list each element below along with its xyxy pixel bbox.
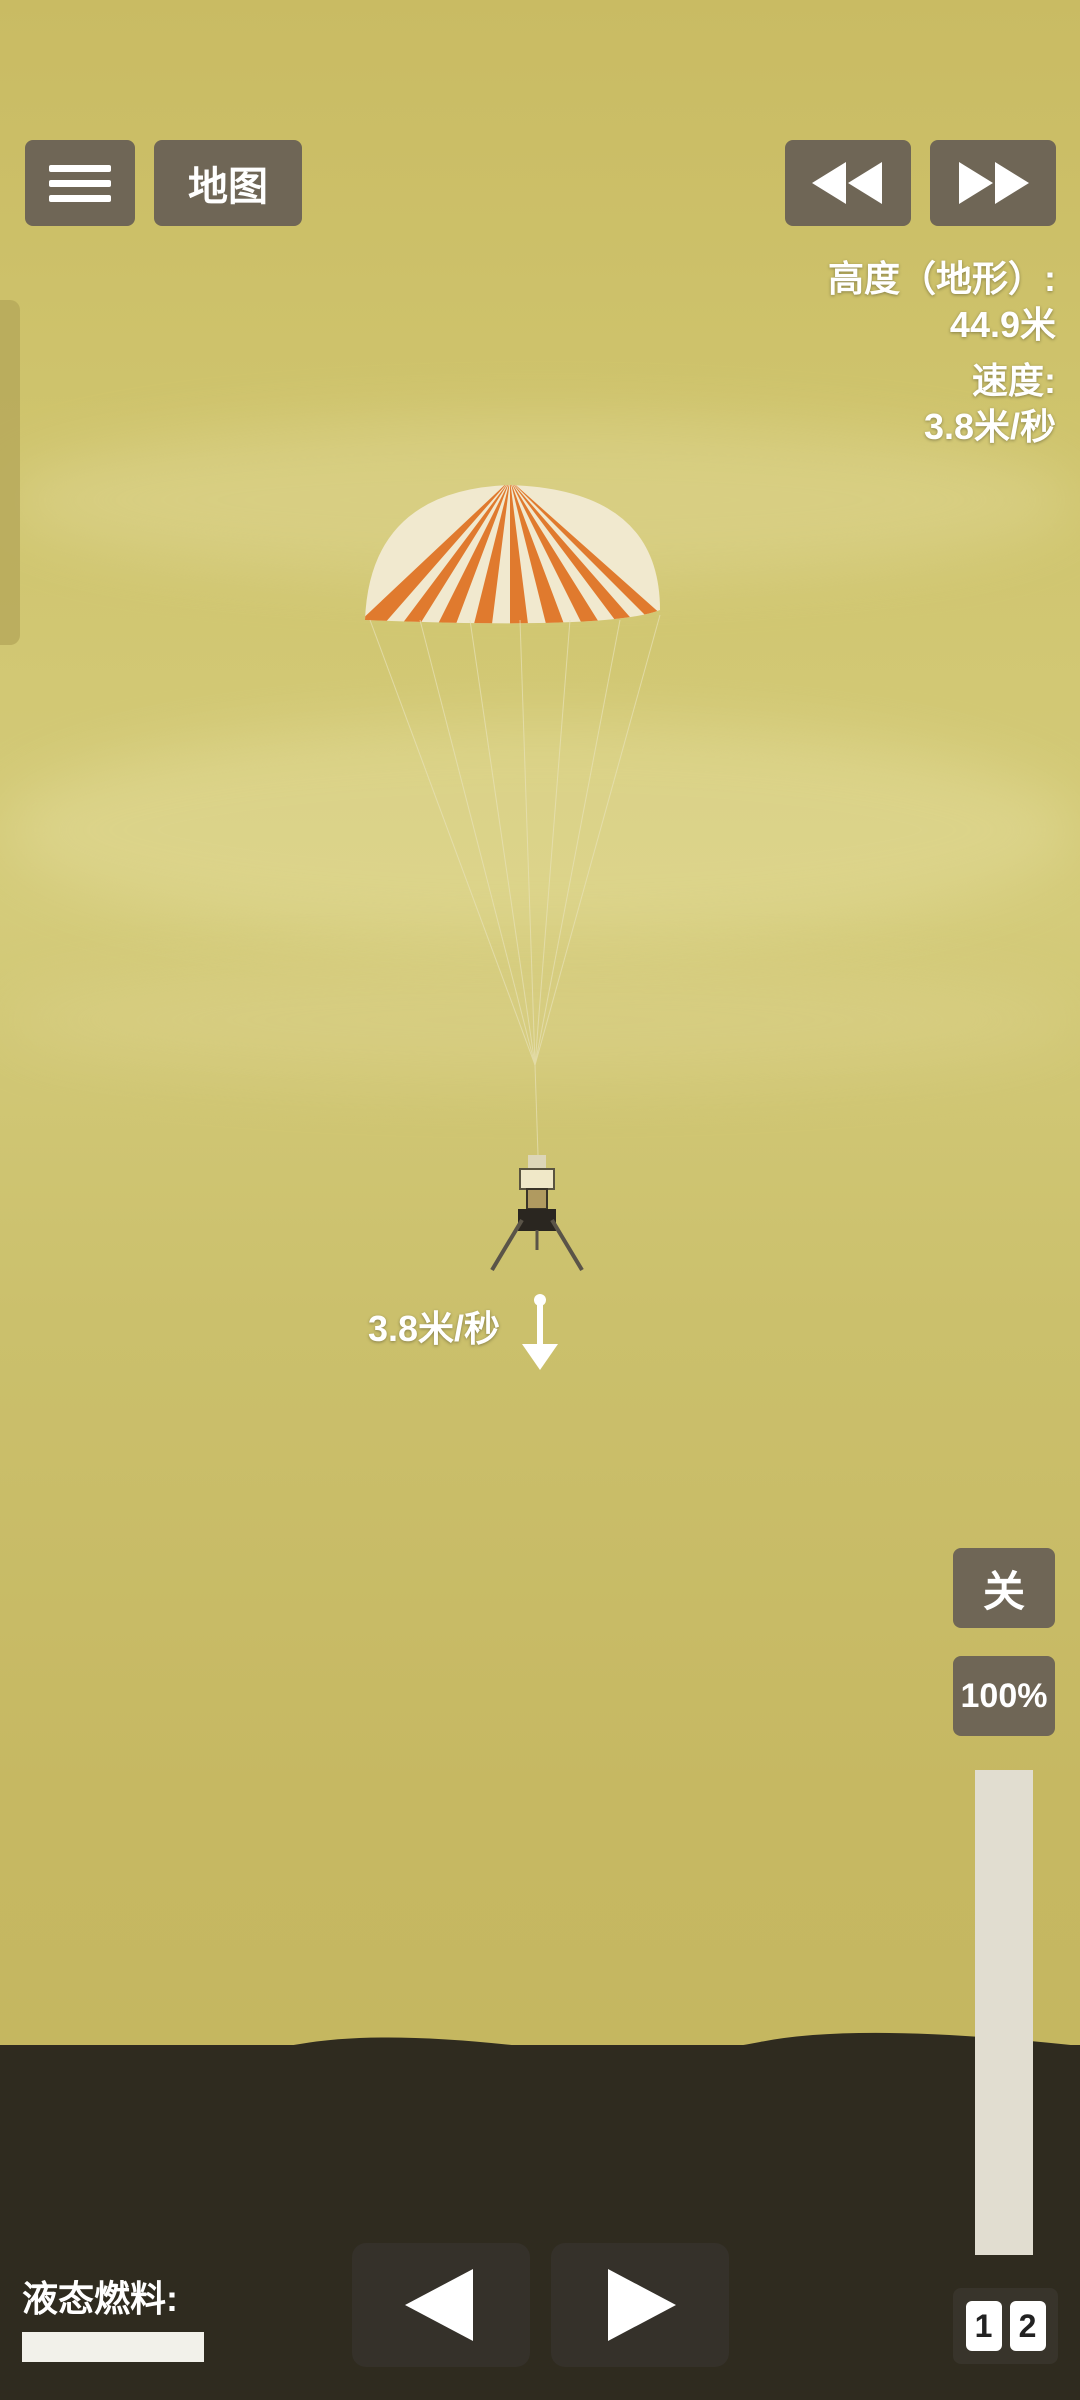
velocity-label: 3.8米/秒 — [368, 1308, 501, 1349]
liquid-fuel-label: 液态燃料: — [22, 2278, 178, 2319]
stage-1-button[interactable]: 1 — [965, 2301, 1002, 2351]
throttle-slider[interactable] — [975, 1770, 1033, 2255]
rewind-icon — [812, 162, 882, 204]
rotate-left-button[interactable] — [352, 2243, 530, 2367]
triangle-left-icon — [405, 2269, 473, 2341]
fast-forward-button[interactable] — [930, 140, 1056, 226]
map-button[interactable]: 地图 — [154, 140, 302, 226]
parachute-lander — [365, 485, 661, 1272]
stage-2-button[interactable]: 2 — [1009, 2301, 1046, 2351]
fast-forward-icon — [959, 162, 1029, 204]
liquid-fuel-fill — [22, 2332, 204, 2362]
stage-selector[interactable]: 1 2 — [953, 2288, 1058, 2364]
rotate-right-button[interactable] — [551, 2243, 729, 2367]
side-panel-handle[interactable] — [0, 300, 20, 645]
altitude-readout: 高度（地形）: 44.9米 — [828, 256, 1056, 348]
altitude-value: 44.9米 — [949, 304, 1056, 345]
rewind-button[interactable] — [785, 140, 911, 226]
speed-label: 速度: — [972, 360, 1056, 401]
engine-toggle-button[interactable]: 关 — [953, 1548, 1055, 1628]
parachute-lines — [369, 614, 661, 1156]
liquid-fuel-bar — [22, 2332, 204, 2362]
parachute-canopy — [365, 485, 660, 624]
throttle-fill — [975, 1770, 1033, 2255]
menu-button[interactable] — [25, 140, 135, 226]
lander-module — [490, 1155, 584, 1272]
throttle-percent-button[interactable]: 100% — [953, 1656, 1055, 1736]
altitude-label: 高度（地形）: — [828, 258, 1056, 299]
hamburger-icon — [49, 157, 111, 210]
down-arrow-icon — [522, 1294, 558, 1370]
speed-readout: 速度: 3.8米/秒 — [924, 358, 1056, 450]
triangle-right-icon — [608, 2269, 676, 2341]
speed-value: 3.8米/秒 — [923, 406, 1056, 447]
